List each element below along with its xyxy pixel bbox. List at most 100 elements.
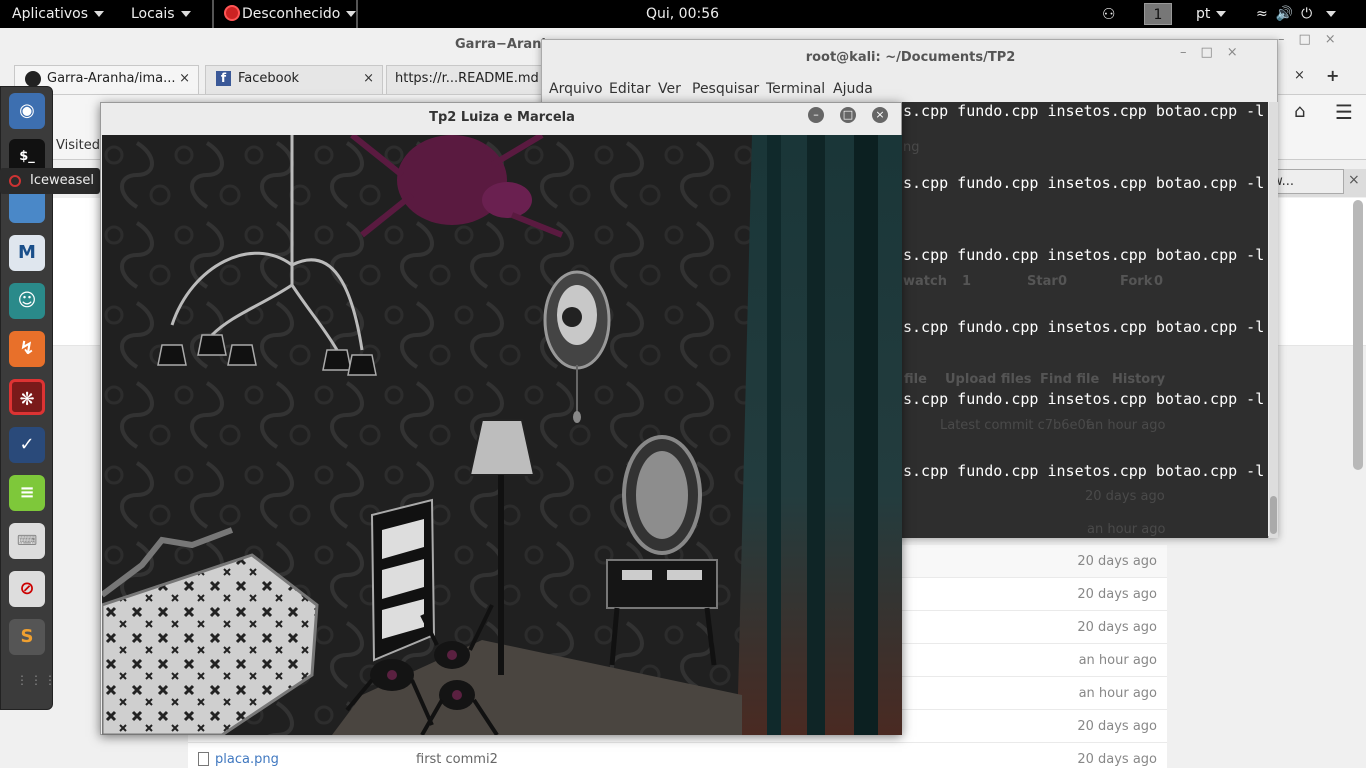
armitage-icon[interactable]: ☺ <box>9 283 45 319</box>
close-icon[interactable]: × <box>1227 45 1238 60</box>
bleed-file: file <box>904 372 927 387</box>
tab-label: Garra-Aranha/ima... <box>47 71 176 86</box>
language-label: pt <box>1196 6 1211 22</box>
terminal-line: s.cpp fundo.cpp insetos.cpp botao.cpp -l <box>903 318 1265 336</box>
drawer-cabinet <box>370 498 436 662</box>
terminal-line: s.cpp fundo.cpp insetos.cpp botao.cpp -l <box>903 246 1265 264</box>
places-label: Locais <box>131 6 175 22</box>
user-icon[interactable]: ⚇ <box>1102 0 1115 28</box>
file-age: an hour ago <box>1078 686 1157 701</box>
tab-facebook[interactable]: f Facebook × <box>205 65 383 94</box>
sublime-icon[interactable]: S <box>9 619 45 655</box>
wifi-icon: ≈ <box>1256 6 1276 22</box>
faraday-icon[interactable]: ❋ <box>9 379 45 415</box>
bleed-star: Star <box>1027 274 1058 289</box>
language-menu[interactable]: pt <box>1196 0 1227 28</box>
close-icon[interactable]: × <box>1294 68 1305 83</box>
bleed-watch: watch <box>903 274 947 289</box>
menu-ajuda[interactable]: Ajuda <box>833 81 873 97</box>
facebook-icon: f <box>216 71 231 86</box>
tab-label: https://r...README.md <box>395 71 539 86</box>
places-menu[interactable]: Locais <box>131 0 191 28</box>
file-age: 20 days ago <box>1077 587 1157 602</box>
maximize-button[interactable]: □ <box>840 107 856 123</box>
candle-shade <box>227 344 257 366</box>
browser-window-controls[interactable]: –□× <box>1278 32 1350 47</box>
iceweasel-icon <box>9 175 21 187</box>
terminal-line: s.cpp fundo.cpp insetos.cpp botao.cpp -l <box>903 462 1265 480</box>
burpsuite-icon[interactable]: ↯ <box>9 331 45 367</box>
top-panel: Aplicativos Locais Desconhecido Qui, 00:… <box>0 0 1366 28</box>
menu-arquivo[interactable]: Arquivo <box>549 81 603 97</box>
notes-icon[interactable]: ≡ <box>9 475 45 511</box>
page-scrollbar[interactable] <box>1353 200 1363 470</box>
terminal-line: s.cpp fundo.cpp insetos.cpp botao.cpp -l <box>903 174 1265 192</box>
applications-label: Aplicativos <box>12 6 89 22</box>
system-status-menu[interactable]: ≈🔊⏻ <box>1256 0 1337 28</box>
bleed-age: 20 days ago <box>1085 489 1165 504</box>
terminal-menubar: Arquivo Editar Ver Pesquisar Terminal Aj… <box>542 78 1279 102</box>
new-tab-button[interactable]: + <box>1326 66 1339 85</box>
menu-ver[interactable]: Ver <box>658 81 681 97</box>
minimize-button[interactable]: – <box>808 107 824 123</box>
applications-menu[interactable]: Aplicativos <box>12 0 105 28</box>
power-icon: ⏻ <box>1301 6 1321 22</box>
commit-message-link[interactable]: first commi2 <box>416 752 498 767</box>
scrollbar-thumb[interactable] <box>1270 496 1277 534</box>
tree-trunk <box>854 135 878 735</box>
close-icon[interactable]: × <box>179 66 190 91</box>
chevron-down-icon <box>1326 11 1337 17</box>
chevron-down-icon <box>94 11 105 17</box>
menu-editar[interactable]: Editar <box>609 81 650 97</box>
terminal-scrollbar[interactable] <box>1269 102 1278 538</box>
menu-terminal[interactable]: Terminal <box>766 81 825 97</box>
home-icon[interactable]: ⌂ <box>1294 101 1305 122</box>
clock[interactable]: Qui, 00:56 <box>646 0 719 28</box>
workspace-indicator[interactable]: 1 <box>1144 3 1172 25</box>
bleed-watch-count: 1 <box>962 274 972 289</box>
bleed-history: History <box>1112 372 1166 387</box>
file-name-link[interactable]: placa.png <box>215 752 279 767</box>
close-icon[interactable]: × <box>363 66 374 91</box>
chevron-down-icon <box>346 11 357 17</box>
candle-shade <box>322 349 352 371</box>
terminal-line: s.cpp fundo.cpp insetos.cpp botao.cpp -l <box>903 390 1265 408</box>
candle-shade <box>157 344 187 366</box>
bleed-latest-age: an hour ago <box>1087 418 1166 433</box>
maximize-icon[interactable]: □ <box>1201 45 1213 60</box>
chevron-down-icon <box>180 11 191 17</box>
close-button[interactable]: × <box>872 107 888 123</box>
bleed-latest-commit: Latest commit c7b6e0f <box>940 418 1091 433</box>
bleed-fork: Fork <box>1120 274 1153 289</box>
terminal-line: s.cpp fundo.cpp insetos.cpp botao.cpp -l <box>903 102 1265 120</box>
bleed-text: ng <box>903 140 920 155</box>
tree-trunk <box>767 135 781 735</box>
metasploit-icon[interactable]: M <box>9 235 45 271</box>
candle-shade <box>347 354 377 376</box>
keyboard-icon[interactable]: ⌨ <box>9 523 45 559</box>
window-title: Tp2 Luiza e Marcela <box>429 110 575 125</box>
active-app-label: Desconhecido <box>242 6 341 22</box>
table-row[interactable]: placa.png first commi2 20 days ago <box>188 743 1167 768</box>
close-icon[interactable]: × <box>1348 172 1360 188</box>
tab-label: Facebook <box>238 71 300 86</box>
tab-readme[interactable]: https://r...README.md <box>386 65 556 94</box>
show-apps-icon[interactable]: ⋮⋮⋮ <box>16 674 58 686</box>
terminal-window-controls[interactable]: – □ × <box>1180 45 1252 60</box>
browser-icon[interactable]: ◉ <box>9 93 45 129</box>
recordmydesktop-icon[interactable]: ⊘ <box>9 571 45 607</box>
minimize-icon[interactable]: – <box>1180 45 1187 60</box>
chevron-down-icon <box>1216 11 1227 17</box>
file-icon <box>198 752 209 766</box>
cutycapt-icon[interactable]: ✓ <box>9 427 45 463</box>
file-age: 20 days ago <box>1077 620 1157 635</box>
opengl-window: Tp2 Luiza e Marcela – □ × <box>100 102 902 735</box>
scene-canvas[interactable] <box>102 135 902 735</box>
file-age: 20 days ago <box>1077 752 1157 767</box>
candle-shade <box>197 334 227 356</box>
active-app-menu[interactable]: Desconhecido <box>212 0 359 28</box>
hamburger-menu-icon[interactable]: ☰ <box>1335 100 1353 124</box>
file-age: 20 days ago <box>1077 554 1157 569</box>
dock-tooltip: Iceweasel <box>0 168 100 194</box>
menu-pesquisar[interactable]: Pesquisar <box>692 81 759 97</box>
